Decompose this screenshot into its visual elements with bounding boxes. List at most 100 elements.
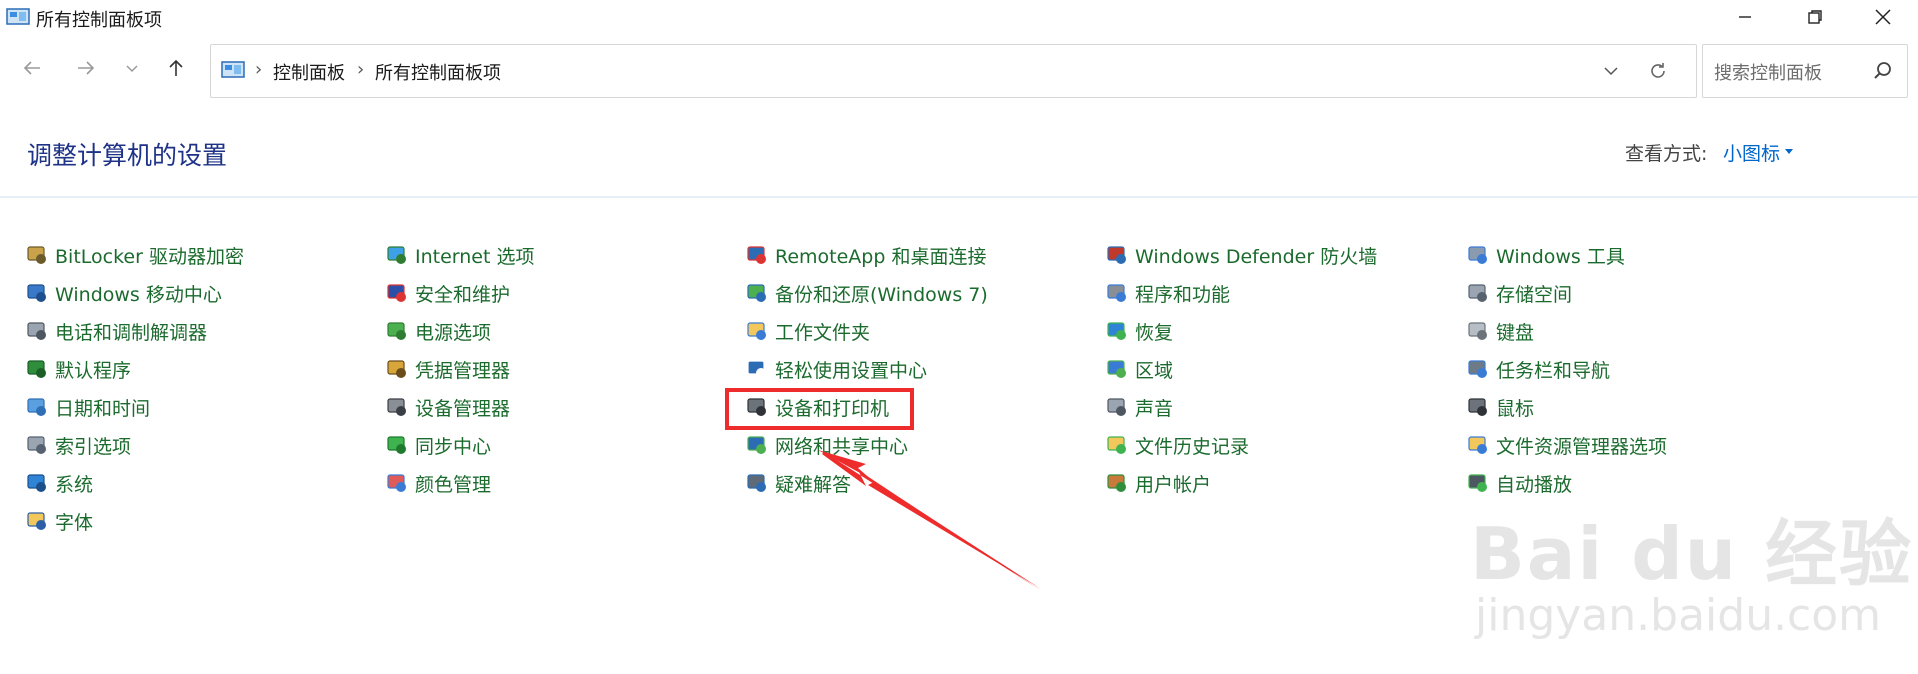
control-panel-item[interactable]: 电源选项 — [385, 316, 491, 346]
refresh-icon — [1651, 63, 1665, 78]
date-time-icon — [27, 398, 46, 416]
refresh-button[interactable] — [1643, 57, 1673, 85]
work-folders-icon — [747, 322, 766, 340]
back-arrow-icon — [23, 61, 40, 75]
control-panel-item[interactable]: 字体 — [25, 506, 93, 536]
control-panel-item[interactable]: 凭据管理器 — [385, 354, 510, 384]
fonts-folder-icon — [27, 512, 46, 530]
control-panel-item[interactable]: 轻松使用设置中心 — [745, 354, 927, 384]
keyboard-icon — [1468, 322, 1487, 340]
up-button[interactable] — [158, 50, 194, 86]
control-panel-item[interactable]: 文件资源管理器选项 — [1466, 430, 1667, 460]
restore-button[interactable] — [1780, 0, 1850, 34]
search-input[interactable]: 搜索控制面板 — [1714, 59, 1822, 85]
view-by-dropdown[interactable]: 小图标 — [1723, 139, 1780, 166]
control-panel-item[interactable]: 程序和功能 — [1105, 278, 1230, 308]
control-panel-item-label: 工作文件夹 — [775, 321, 871, 344]
control-panel-item[interactable]: 日期和时间 — [25, 392, 150, 422]
control-panel-item-label: Internet 选项 — [415, 245, 535, 268]
control-panel-item[interactable]: 声音 — [1105, 392, 1173, 422]
highlight-box — [725, 388, 914, 430]
control-panel-item[interactable]: BitLocker 驱动器加密 — [25, 240, 244, 270]
breadcrumb-control-panel[interactable]: 控制面板 — [273, 59, 345, 85]
control-panel-item-label: 字体 — [55, 511, 94, 534]
control-panel-item[interactable]: 自动播放 — [1466, 468, 1572, 498]
control-panel-item[interactable]: 恢复 — [1105, 316, 1173, 346]
control-panel-item-label: 存储空间 — [1496, 283, 1573, 306]
remoteapp-icon — [747, 246, 766, 264]
control-panel-item[interactable]: 默认程序 — [25, 354, 131, 384]
forward-arrow-icon — [78, 61, 95, 75]
back-button[interactable] — [14, 50, 50, 86]
baidu-watermark: Bai du 经验 — [1470, 512, 1914, 596]
storage-spaces-icon — [1468, 284, 1487, 302]
control-panel-item-label: 声音 — [1135, 397, 1174, 420]
control-panel-item[interactable]: 区域 — [1105, 354, 1173, 384]
control-panel-item[interactable]: 键盘 — [1466, 316, 1534, 346]
control-panel-item-label: Windows 移动中心 — [55, 283, 222, 306]
control-panel-item-label: 用户帐户 — [1135, 473, 1212, 496]
forward-button[interactable] — [68, 50, 104, 86]
navigation-bar: › 控制面板 › 所有控制面板项 搜索控制面板 — [0, 40, 1918, 100]
control-panel-item[interactable]: 鼠标 — [1466, 392, 1534, 422]
minimize-button[interactable] — [1710, 0, 1780, 34]
control-panel-item[interactable]: 用户帐户 — [1105, 468, 1211, 498]
close-icon — [1875, 9, 1891, 25]
credential-vault-icon — [387, 360, 406, 378]
control-panel-item[interactable]: 颜色管理 — [385, 468, 491, 498]
address-history-button[interactable] — [1596, 57, 1626, 85]
control-panel-item[interactable]: Internet 选项 — [385, 240, 534, 270]
control-panel-item[interactable]: 系统 — [25, 468, 93, 498]
breadcrumb-all-items[interactable]: 所有控制面板项 — [375, 59, 501, 85]
control-panel-item[interactable]: 安全和维护 — [385, 278, 510, 308]
control-panel-item[interactable]: 文件历史记录 — [1105, 430, 1249, 460]
troubleshooting-icon — [747, 474, 766, 492]
control-panel-item-label: 设备管理器 — [415, 397, 511, 420]
search-icon[interactable] — [1871, 59, 1895, 83]
control-panel-item[interactable]: Windows 移动中心 — [25, 278, 222, 308]
device-manager-icon — [387, 398, 406, 416]
dropdown-caret-icon[interactable] — [1785, 149, 1793, 154]
search-box[interactable]: 搜索控制面板 — [1702, 44, 1908, 98]
control-panel-item[interactable]: 任务栏和导航 — [1466, 354, 1610, 384]
breadcrumb-separator[interactable]: › — [357, 59, 364, 80]
control-panel-item-label: 索引选项 — [55, 435, 132, 458]
control-panel-item[interactable]: 疑难解答 — [745, 468, 851, 498]
close-button[interactable] — [1848, 0, 1918, 34]
restore-icon — [1808, 10, 1822, 24]
control-panel-item-label: 备份和还原(Windows 7) — [775, 283, 988, 306]
recent-locations-button[interactable] — [114, 50, 150, 86]
baidu-watermark-url: jingyan.baidu.com — [1475, 590, 1882, 641]
breadcrumb-separator[interactable]: › — [255, 59, 262, 80]
chevron-down-icon — [1604, 67, 1618, 76]
internet-globe-icon — [387, 246, 406, 264]
control-panel-item[interactable]: 存储空间 — [1466, 278, 1572, 308]
color-management-icon — [387, 474, 406, 492]
minimize-icon — [1739, 16, 1751, 18]
control-panel-item[interactable]: 同步中心 — [385, 430, 491, 460]
control-panel-item[interactable]: 设备管理器 — [385, 392, 510, 422]
bitlocker-key-icon — [27, 246, 46, 264]
region-globe-icon — [1107, 360, 1126, 378]
up-arrow-icon — [169, 59, 183, 76]
control-panel-item[interactable]: Windows 工具 — [1466, 240, 1625, 270]
control-panel-item[interactable]: 电话和调制解调器 — [25, 316, 207, 346]
control-panel-item[interactable]: 索引选项 — [25, 430, 131, 460]
control-panel-item[interactable]: Windows Defender 防火墙 — [1105, 240, 1377, 270]
mouse-icon — [1468, 398, 1487, 416]
power-options-icon — [387, 322, 406, 340]
control-panel-item-label: 轻松使用设置中心 — [775, 359, 928, 382]
windows-tools-icon — [1468, 246, 1487, 264]
sound-speaker-icon — [1107, 398, 1126, 416]
security-flag-icon — [387, 284, 406, 302]
address-bar[interactable]: › 控制面板 › 所有控制面板项 — [210, 44, 1697, 98]
system-monitor-icon — [27, 474, 46, 492]
control-panel-item[interactable]: 网络和共享中心 — [745, 430, 908, 460]
control-panel-item[interactable]: 备份和还原(Windows 7) — [745, 278, 988, 308]
ease-of-access-icon — [747, 360, 766, 378]
control-panel-item-label: 文件历史记录 — [1135, 435, 1250, 458]
control-panel-item-label: 区域 — [1135, 359, 1174, 382]
backup-restore-icon — [747, 284, 766, 302]
control-panel-item[interactable]: 工作文件夹 — [745, 316, 870, 346]
control-panel-item[interactable]: RemoteApp 和桌面连接 — [745, 240, 986, 270]
